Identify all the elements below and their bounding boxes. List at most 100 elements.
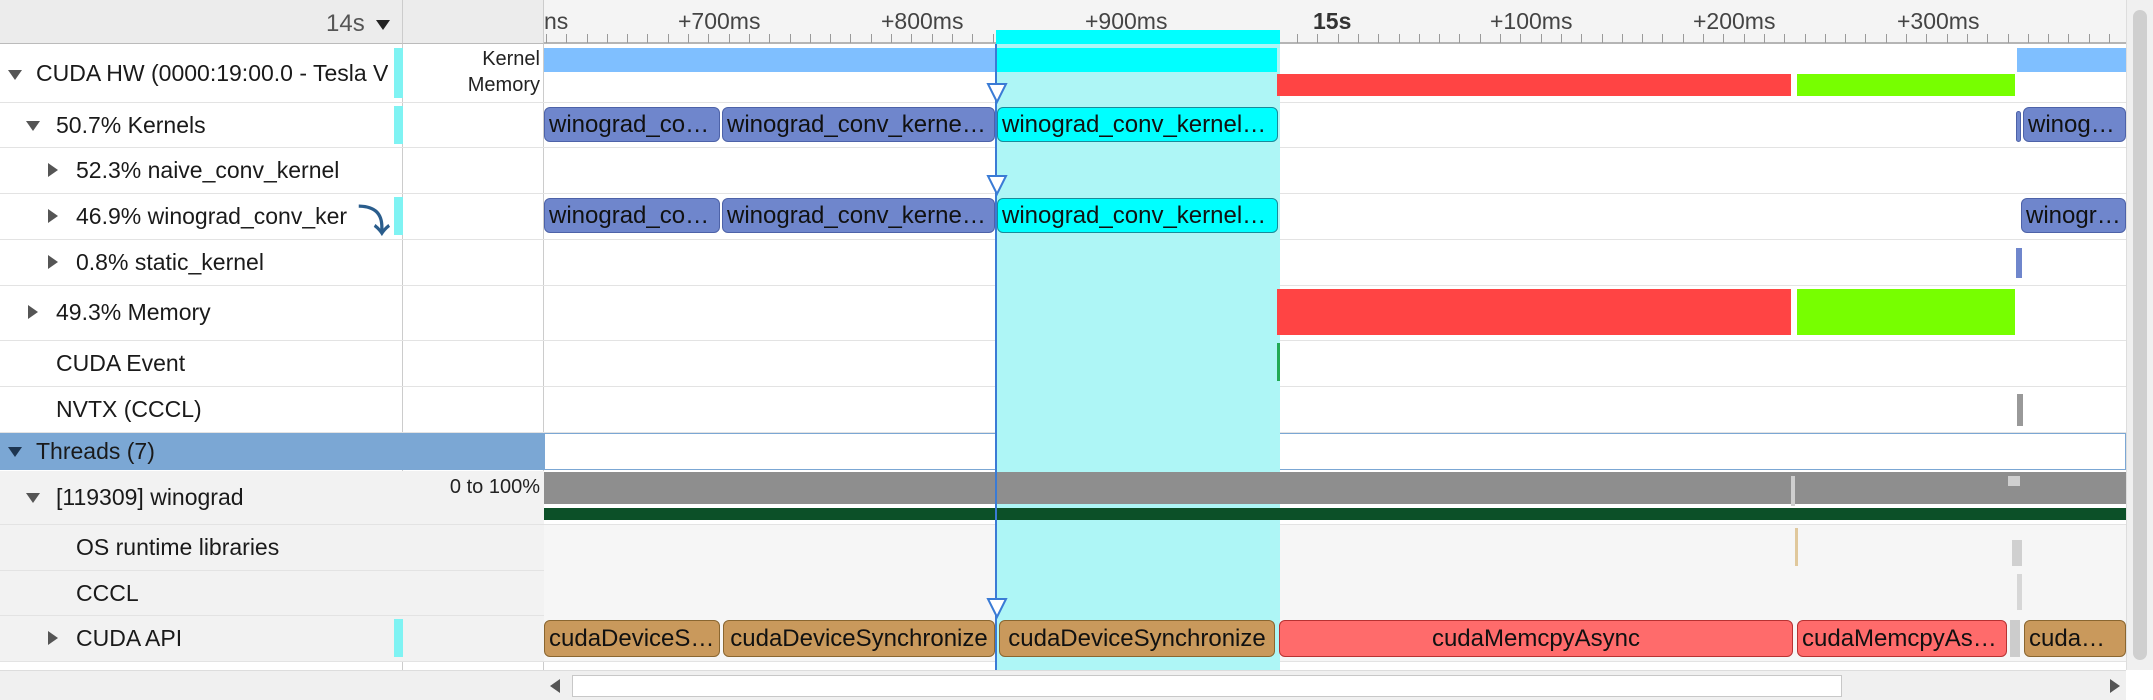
scroll-right-icon[interactable] (2110, 679, 2120, 693)
label-cell (403, 616, 544, 661)
timeline-cursor[interactable] (995, 44, 997, 670)
ruler-tick (1784, 34, 1785, 43)
ruler-tick (1541, 34, 1542, 43)
tree-row-naive-conv-kernel[interactable]: 52.3% naive_conv_kernel (0, 148, 403, 193)
tree-row-cuda-hw[interactable]: CUDA HW (0000:19:00.0 - Tesla V (0, 46, 403, 102)
ruler-tick (668, 34, 669, 43)
ruler-tick (729, 34, 730, 43)
ruler-tick-label: +300ms (1897, 8, 1980, 34)
expand-down-icon[interactable] (8, 447, 22, 457)
kernel-bar[interactable]: winograd_conv_kernel(… (722, 107, 995, 142)
tree-row-static-kernel[interactable]: 0.8% static_kernel (0, 240, 403, 285)
memory-activity-bar-htod[interactable] (1277, 74, 1791, 96)
tree-row-winograd-conv-kernel[interactable]: 46.9% winograd_conv_ker ⤵ (0, 194, 403, 239)
cpu-usage-bar[interactable] (544, 472, 2126, 504)
expand-down-icon[interactable] (8, 70, 22, 80)
cuda-event-marker[interactable] (1277, 343, 1280, 381)
zoom-dropdown[interactable]: 14s (320, 8, 400, 38)
ruler-tick (708, 34, 709, 43)
expand-right-icon[interactable] (28, 305, 38, 319)
ruler-tick (1480, 34, 1481, 43)
cpu-usage-gap (2008, 476, 2020, 486)
static-kernel-bar[interactable] (2016, 248, 2022, 278)
label-cell (403, 525, 544, 570)
ruler-tick-label: ns (544, 8, 569, 34)
memcpy-htod-bar[interactable] (1277, 289, 1791, 335)
memory-activity-bar-dtoh[interactable] (1797, 74, 2015, 96)
cursor-marker-icon (986, 83, 1008, 104)
ruler-tick (2068, 34, 2069, 43)
ruler-tick (1439, 34, 1440, 43)
expand-right-icon[interactable] (48, 209, 58, 223)
memcpy-dtoh-bar[interactable] (1797, 289, 2015, 335)
api-call-bar[interactable] (2010, 620, 2020, 657)
kernel-bar[interactable]: winograd_con… (544, 107, 720, 142)
api-call-bar[interactable]: cudaMemcpyAsy… (1797, 620, 2007, 657)
thread-state-bar[interactable] (544, 508, 2126, 520)
expand-down-icon[interactable] (26, 493, 40, 503)
selection-marker (394, 106, 403, 144)
ruler-tick (1561, 34, 1562, 43)
api-call-label: cudaD… (2029, 625, 2123, 652)
horizontal-scrollbar-thumb[interactable] (572, 675, 1842, 697)
kernel-bar[interactable] (2016, 111, 2021, 142)
kernel-bar-label: winograd_conv_kernel(c… (1002, 202, 1277, 229)
side-label-kernel: Kernel (482, 48, 540, 70)
api-call-label: cudaMemcpyAsync (1431, 625, 1641, 652)
kernel-bar-selected[interactable]: winograd_conv_kernel(c… (997, 107, 1278, 142)
horizontal-scrollbar[interactable] (544, 670, 2126, 700)
api-call-bar[interactable]: cudaMemcpyAsync (1279, 620, 1793, 657)
nvtx-range-marker[interactable] (2017, 394, 2023, 426)
kernel-bar[interactable]: winogr… (2021, 198, 2126, 233)
ruler-tick (1764, 34, 1765, 43)
os-runtime-mark[interactable] (2012, 540, 2022, 566)
expand-down-icon[interactable] (26, 121, 40, 131)
row-label: OS runtime libraries (76, 534, 280, 560)
tree-row-cuda-event[interactable]: CUDA Event (0, 341, 403, 386)
kernel-activity-bar[interactable] (2017, 48, 2126, 72)
api-call-bar[interactable]: cudaDeviceSynchronize (999, 620, 1275, 657)
tree-row-os-runtime[interactable]: OS runtime libraries (0, 525, 403, 570)
tree-row-thread[interactable]: [119309] winograd (0, 471, 403, 524)
kernel-activity-bar-selected[interactable] (996, 48, 1277, 72)
ruler-tick (1399, 34, 1400, 43)
ruler-tick (1520, 34, 1521, 43)
ruler-tick (1419, 34, 1420, 43)
tree-row-memory[interactable]: 49.3% Memory (0, 286, 403, 340)
ruler-tick (1297, 34, 1298, 43)
kernel-bar[interactable]: winograd_conv_kernel(… (722, 198, 995, 233)
ruler-tick (1622, 34, 1623, 43)
tree-row-cccl[interactable]: CCCL (0, 571, 403, 615)
kernel-bar[interactable]: winogr… (2023, 107, 2126, 142)
ruler-tick (2089, 34, 2090, 43)
ruler-tick (769, 34, 770, 43)
row-label: 49.3% Memory (56, 299, 211, 325)
api-call-bar[interactable]: cudaDeviceSynchronize (723, 620, 995, 657)
vertical-scrollbar-thumb[interactable] (2133, 10, 2147, 660)
ruler-tick (1683, 34, 1684, 43)
api-call-bar[interactable]: cudaDeviceSy… (544, 620, 720, 657)
tree-row-kernels[interactable]: 50.7% Kernels (0, 103, 403, 147)
scroll-left-icon[interactable] (550, 679, 560, 693)
selection-marker (394, 619, 403, 657)
ruler-tick-label: 15s (1313, 8, 1352, 34)
threads-header[interactable]: Threads (7) (0, 433, 544, 470)
kernel-bar-selected[interactable]: winograd_conv_kernel(c… (997, 198, 1278, 233)
ruler-tick (810, 34, 811, 43)
jump-arrow-icon[interactable]: ⤵ (358, 196, 390, 242)
tree-row-nvtx[interactable]: NVTX (CCCL) (0, 387, 403, 432)
cpu-range-label: 0 to 100% (449, 476, 540, 498)
expand-right-icon[interactable] (48, 163, 58, 177)
selection-range-handle[interactable] (996, 30, 1280, 44)
expand-right-icon[interactable] (48, 255, 58, 269)
cccl-mark[interactable] (2017, 574, 2022, 610)
kernel-bar[interactable]: winograd_con… (544, 198, 720, 233)
zoom-label: 14s (326, 10, 365, 37)
os-runtime-mark[interactable] (1795, 528, 1798, 566)
kernel-bar-label: winograd_conv_kernel(… (727, 202, 994, 229)
api-call-bar[interactable]: cudaD… (2024, 620, 2126, 657)
chevron-down-icon (376, 20, 390, 30)
vertical-scrollbar[interactable] (2126, 0, 2153, 670)
expand-right-icon[interactable] (48, 631, 58, 645)
tree-row-cuda-api[interactable]: CUDA API (0, 616, 403, 661)
